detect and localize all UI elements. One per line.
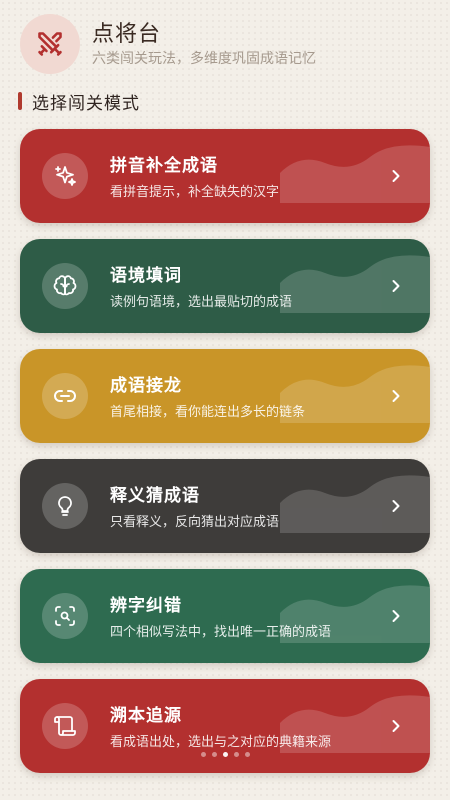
section-header: 选择闯关模式 <box>18 90 140 114</box>
pagination-dot[interactable] <box>244 752 250 757</box>
mode-card-definition[interactable]: 释义猜成语 只看释义，反向猜出对应成语 <box>20 459 430 553</box>
pagination-dot[interactable] <box>200 752 206 757</box>
mode-card-pinyin[interactable]: 拼音补全成语 看拼音提示，补全缺失的汉字 <box>20 129 430 223</box>
mode-icon-circle <box>42 703 88 749</box>
mode-title: 拼音补全成语 <box>110 156 218 176</box>
mode-icon-circle <box>42 263 88 309</box>
mode-icon-circle <box>42 373 88 419</box>
mode-title: 释义猜成语 <box>110 486 200 506</box>
chevron-right-icon <box>392 720 400 732</box>
mode-description: 读例句语境，选出最贴切的成语 <box>110 295 293 310</box>
mode-card-correction[interactable]: 辨字纠错 四个相似写法中，找出唯一正确的成语 <box>20 569 430 663</box>
chevron-right-icon <box>392 500 400 512</box>
app-subtitle: 六类闯关玩法，多维度巩固成语记忆 <box>92 51 316 67</box>
app-title: 点将台 <box>92 22 162 47</box>
crossed-swords-icon <box>38 32 62 56</box>
sparkle-icon <box>55 166 76 186</box>
header: 点将台 六类闯关玩法，多维度巩固成语记忆 <box>20 14 440 74</box>
mode-description: 看成语出处，选出与之对应的典籍来源 <box>110 735 332 750</box>
chevron-right-icon <box>392 390 400 402</box>
mode-card-chain[interactable]: 成语接龙 首尾相接，看你能连出多长的链条 <box>20 349 430 443</box>
cloud-decoration <box>280 475 430 533</box>
section-title: 选择闯关模式 <box>32 93 140 114</box>
pagination-dots <box>0 752 450 760</box>
chevron-right-icon <box>392 280 400 292</box>
link-icon <box>54 390 76 402</box>
cloud-decoration <box>280 145 430 203</box>
mode-icon-circle <box>42 593 88 639</box>
chevron-right-icon <box>392 610 400 622</box>
mode-description: 首尾相接，看你能连出多长的链条 <box>110 405 306 420</box>
mode-description: 只看释义，反向猜出对应成语 <box>110 515 280 530</box>
cloud-decoration <box>280 255 430 313</box>
mode-description: 四个相似写法中，找出唯一正确的成语 <box>110 625 332 640</box>
mode-icon-circle <box>42 153 88 199</box>
pagination-dot[interactable] <box>233 752 239 757</box>
mode-title: 语境填词 <box>110 266 182 286</box>
mode-description: 看拼音提示，补全缺失的汉字 <box>110 185 280 200</box>
mode-card-context[interactable]: 语境填词 读例句语境，选出最贴切的成语 <box>20 239 430 333</box>
pagination-dot[interactable] <box>211 752 217 757</box>
mode-title: 溯本追源 <box>110 706 182 726</box>
pagination-dot[interactable] <box>222 752 228 757</box>
mode-title: 辨字纠错 <box>110 596 182 616</box>
scroll-icon <box>54 716 76 736</box>
app-logo <box>20 14 80 74</box>
chevron-right-icon <box>392 170 400 182</box>
mode-title: 成语接龙 <box>110 376 182 396</box>
section-accent-bar <box>18 92 22 110</box>
lightbulb-icon <box>58 496 72 516</box>
brain-icon <box>53 275 77 296</box>
scan-search-icon <box>55 606 75 626</box>
mode-icon-circle <box>42 483 88 529</box>
